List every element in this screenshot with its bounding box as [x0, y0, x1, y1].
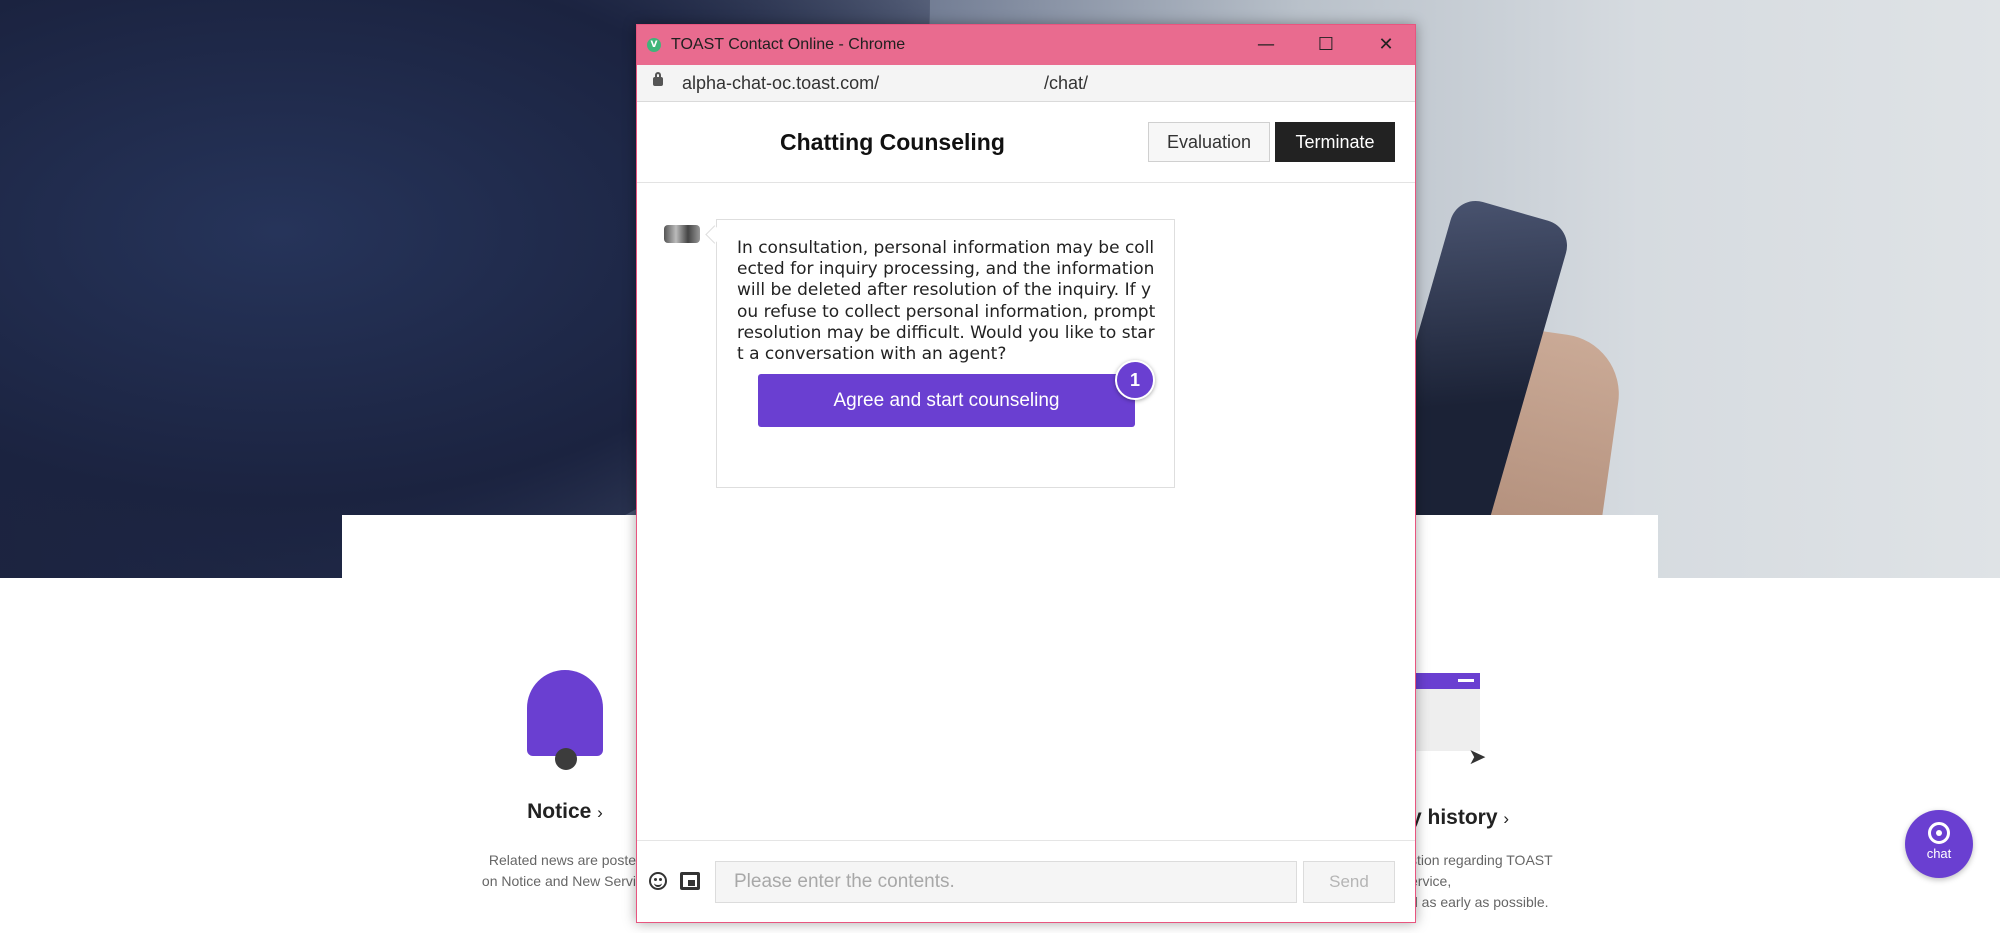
notification-badge: 1 [1115, 360, 1155, 400]
chat-fab-label: chat [1926, 846, 1952, 861]
message-input-row: Send [637, 840, 1415, 923]
window-titlebar[interactable]: V TOAST Contact Online - Chrome — ☐ ✕ [637, 25, 1415, 65]
favicon-icon: V [647, 38, 661, 52]
message-bubble: In consultation, personal information ma… [716, 219, 1175, 488]
image-attach-icon[interactable] [680, 872, 700, 890]
notice-desc-line: Related news are poste [488, 852, 636, 868]
notice-title: Notice [527, 800, 592, 823]
message-text: In consultation, personal information ma… [737, 238, 1156, 365]
history-title[interactable]: y history › [1410, 806, 1509, 830]
emoji-icon[interactable] [649, 872, 667, 890]
notice-description: Related news are poste on Notice and New… [466, 850, 636, 892]
history-desc-line: stion regarding TOAST [1410, 852, 1553, 868]
chat-popup-window: V TOAST Contact Online - Chrome — ☐ ✕ al… [636, 24, 1416, 923]
send-button[interactable]: Send [1303, 861, 1395, 903]
minimize-button[interactable]: — [1237, 25, 1295, 65]
window-cursor-icon: ➤ [1408, 673, 1486, 770]
url-path-text: /chat/ [1044, 73, 1089, 93]
chevron-right-icon: › [597, 803, 603, 822]
chat-bubble-icon [1928, 822, 1950, 844]
chat-fab-button[interactable]: chat [1905, 810, 1973, 878]
address-bar[interactable]: alpha-chat-oc.toast.com/ /chat/ [637, 65, 1415, 102]
terminate-button[interactable]: Terminate [1275, 122, 1395, 162]
history-desc-line: d as early as possible. [1410, 894, 1549, 910]
chat-header: Chatting Counseling Evaluation Terminate [637, 102, 1415, 183]
agent-avatar [664, 225, 700, 243]
lock-icon [653, 72, 663, 86]
chevron-right-icon: › [1503, 809, 1510, 828]
close-button[interactable]: ✕ [1357, 25, 1415, 65]
bell-icon [527, 670, 603, 770]
agree-start-button[interactable]: Agree and start counseling [758, 374, 1135, 427]
page-title: Chatting Counseling [780, 129, 1005, 155]
history-description: stion regarding TOAST ervice, d as early… [1410, 850, 1620, 913]
url-text: alpha-chat-oc.toast.com/ [682, 73, 880, 93]
history-desc-line: ervice, [1410, 873, 1452, 889]
window-title: TOAST Contact Online - Chrome [671, 36, 906, 53]
maximize-button[interactable]: ☐ [1297, 25, 1355, 65]
evaluation-button[interactable]: Evaluation [1148, 122, 1270, 162]
notice-desc-line: on Notice and New Servi [481, 873, 636, 889]
message-input[interactable] [715, 861, 1297, 903]
